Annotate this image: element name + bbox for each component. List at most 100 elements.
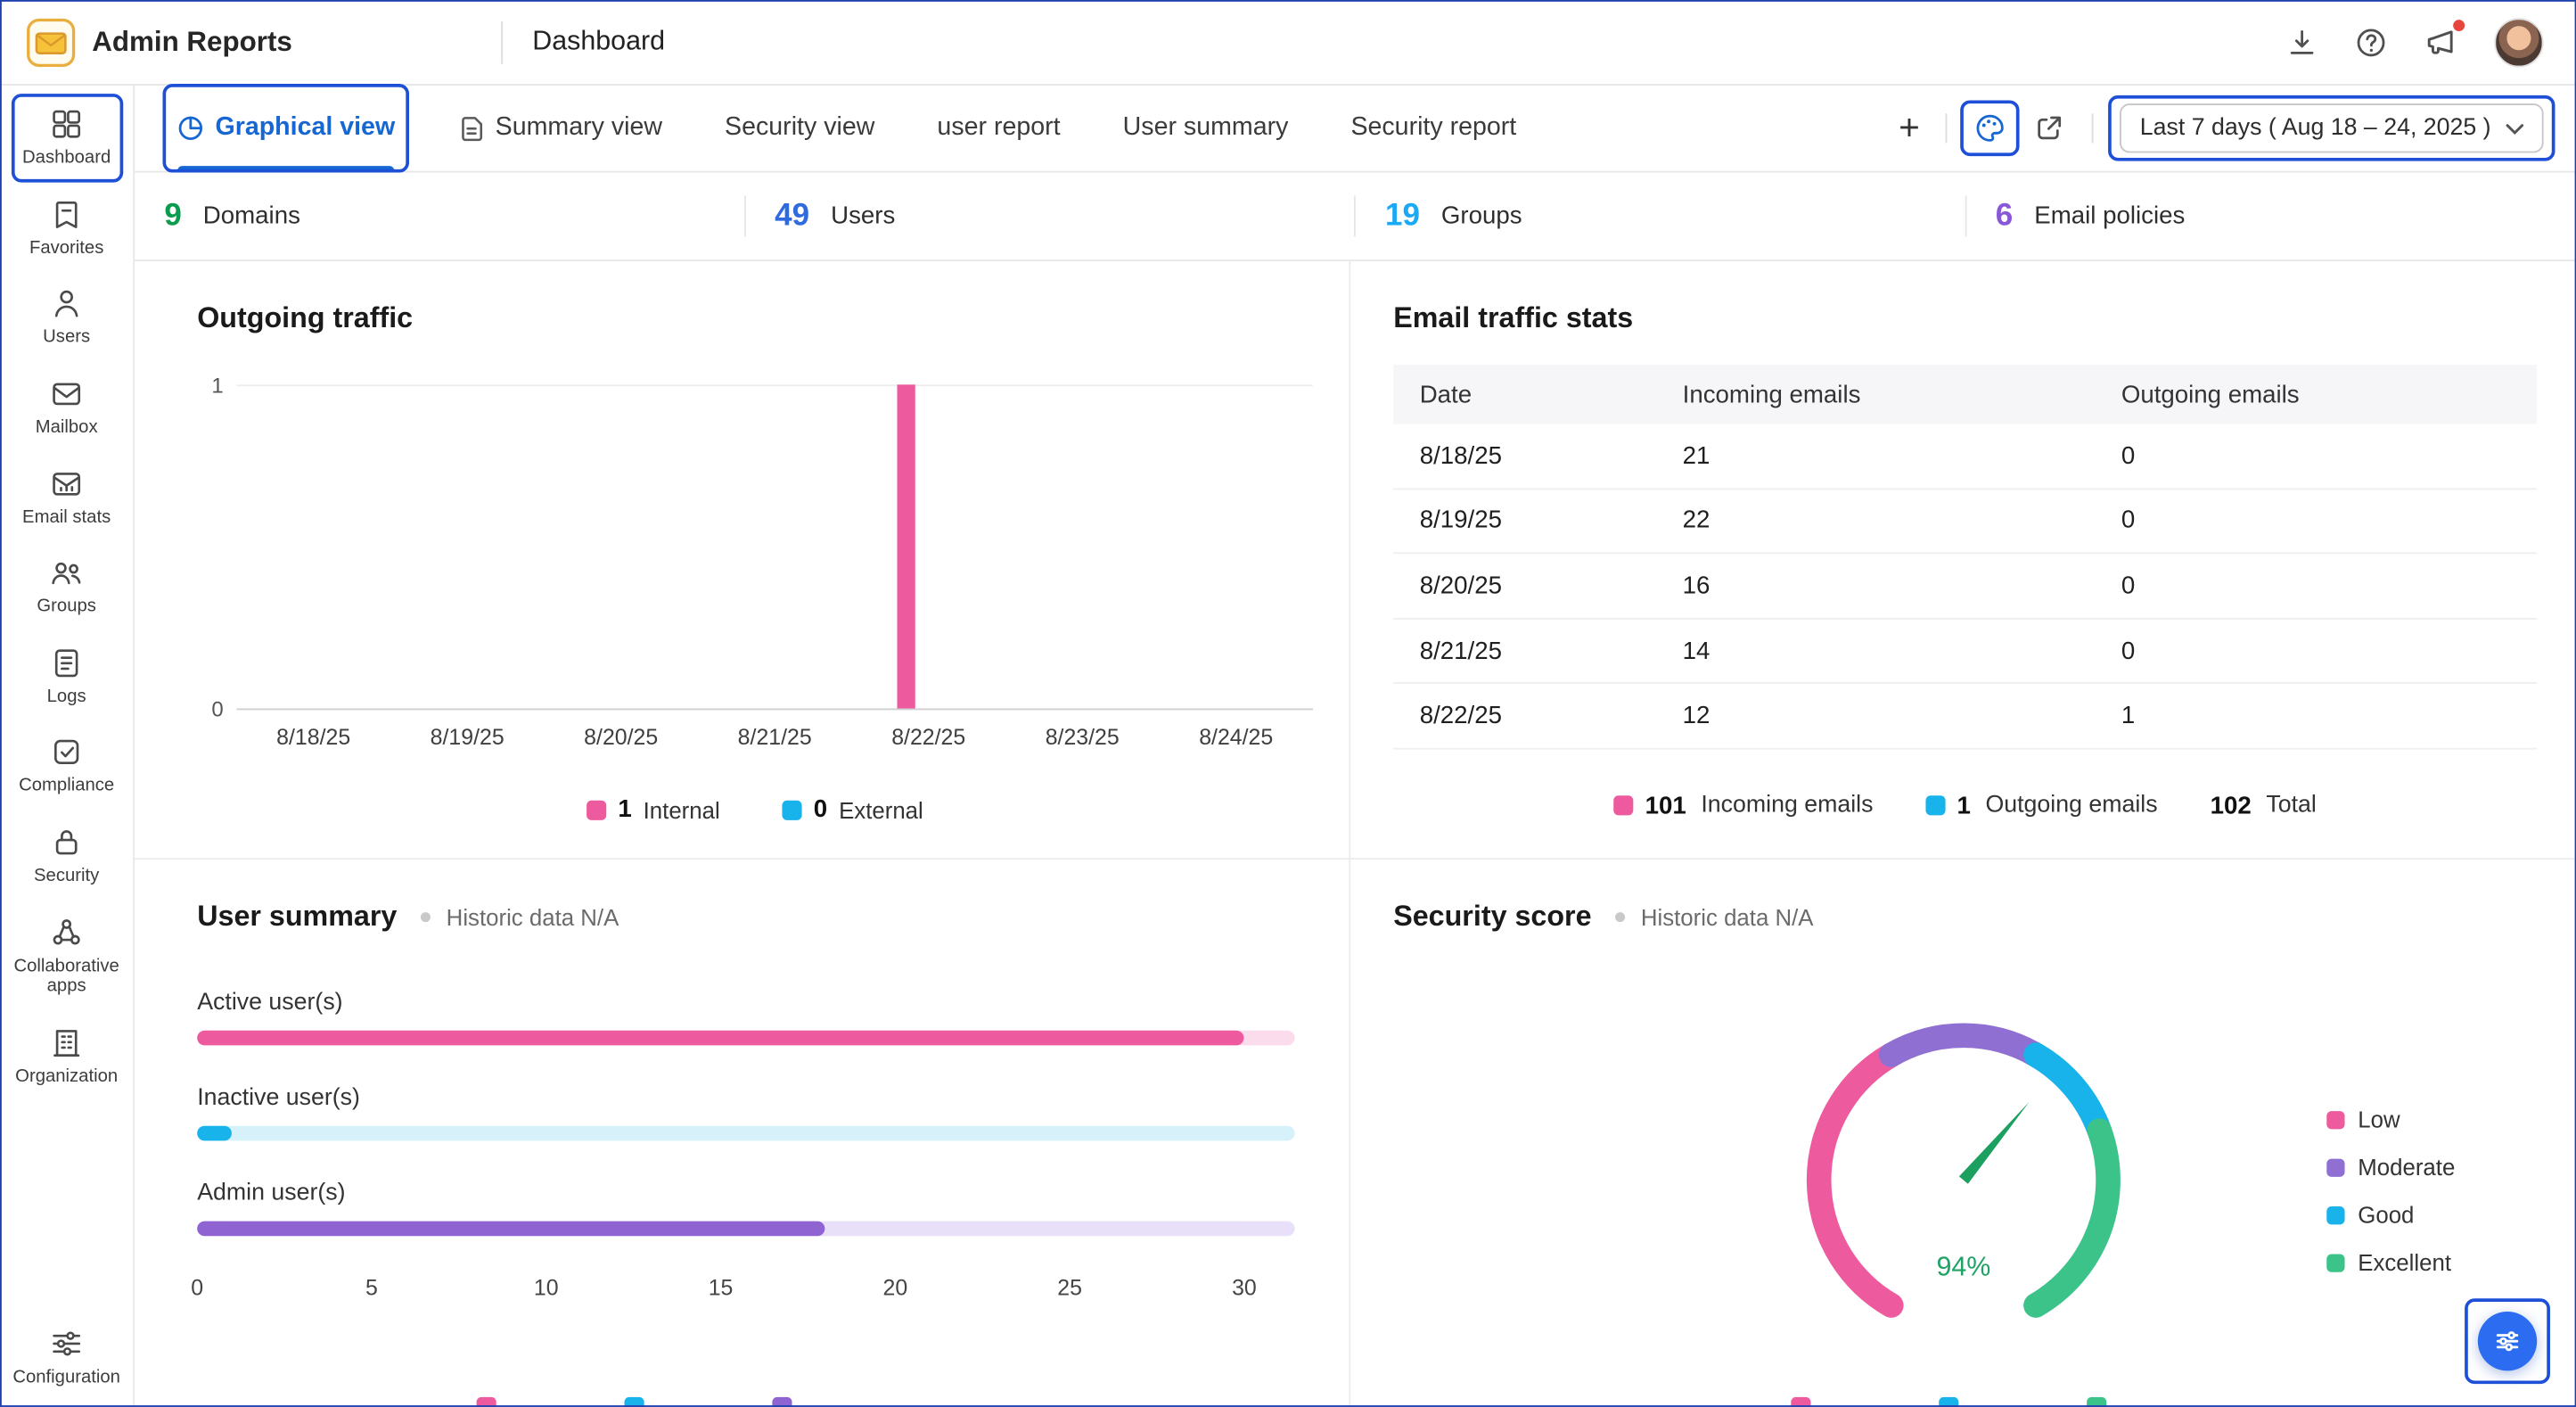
sliders-icon	[2492, 1327, 2522, 1356]
theme-palette-icon[interactable]	[1974, 111, 2007, 144]
sidebar-item-collaborative-apps[interactable]: Collaborative apps	[12, 907, 121, 1006]
sidebar-item-label: Configuration	[12, 1368, 120, 1388]
x-tick: 8/21/25	[698, 725, 852, 750]
security-score-gauge: 94%	[1783, 1000, 2145, 1362]
groups-icon	[49, 555, 84, 590]
email-traffic-stats-card: Email traffic stats Date Incoming emails…	[1350, 261, 2576, 860]
legend-good: Good	[2326, 1202, 2455, 1228]
sidebar-item-label: Logs	[47, 687, 86, 707]
notification-dot	[2453, 20, 2465, 31]
bar-fill	[197, 1222, 824, 1237]
x-tick: 10	[534, 1275, 559, 1300]
top-bar-actions	[2285, 17, 2576, 66]
configuration-icon	[49, 1327, 84, 1362]
sidebar-item-label: Favorites	[29, 238, 103, 259]
sidebar-item-groups[interactable]: Groups	[12, 547, 121, 626]
legend-label: Internal	[644, 796, 720, 822]
stat-groups[interactable]: 19 Groups	[1356, 173, 1966, 260]
gauge-value: 94%	[1936, 1251, 1990, 1281]
gauge-segment-good	[2036, 1055, 2099, 1131]
tab-user-report[interactable]: user report	[937, 86, 1060, 171]
date-range-dropdown[interactable]: Last 7 days ( Aug 18 – 24, 2025 )	[2121, 103, 2544, 152]
stat-value: 49	[775, 198, 809, 234]
admin-reports-window: Admin Reports Dashboard Dashboard	[0, 0, 2576, 1407]
user-summary-chart: Active user(s) Inactive user(s) Admin us…	[197, 990, 1294, 1302]
tab-summary-view[interactable]: Summary view	[457, 86, 662, 171]
sidebar-item-mailbox[interactable]: Mailbox	[12, 368, 121, 447]
sidebar-item-email-stats[interactable]: Email stats	[12, 458, 121, 537]
bar-internal-8-22	[898, 384, 915, 708]
gauge-segment-excellent	[2036, 1131, 2108, 1305]
filter-settings-button[interactable]	[2478, 1312, 2537, 1370]
gauge-needle	[1959, 1102, 2030, 1184]
sidebar-item-compliance[interactable]: Compliance	[12, 728, 121, 806]
compliance-icon	[49, 736, 84, 770]
stat-domains[interactable]: 9 Domains	[135, 173, 745, 260]
stat-users[interactable]: 49 Users	[745, 173, 1356, 260]
bar-active-users: Active user(s)	[197, 990, 1294, 1046]
sidebar-item-organization[interactable]: Organization	[12, 1017, 121, 1096]
announcements-icon[interactable]	[2424, 25, 2458, 60]
sidebar-item-dashboard[interactable]: Dashboard	[12, 99, 121, 177]
download-icon[interactable]	[2285, 26, 2318, 59]
sidebar-item-favorites[interactable]: Favorites	[12, 188, 121, 267]
sidebar-item-label: Organization	[15, 1066, 118, 1087]
bar-label: Inactive user(s)	[197, 1085, 1294, 1111]
sidebar: Dashboard Favorites Users Mailbox Email …	[0, 86, 135, 1407]
stat-email-policies[interactable]: 6 Email policies	[1966, 173, 2576, 260]
legend-value: 1	[618, 795, 631, 823]
y-axis: 1 0	[197, 384, 226, 710]
user-avatar[interactable]	[2494, 17, 2543, 66]
historic-data-note: Historic data N/A	[447, 903, 619, 929]
column-header-outgoing: Outgoing emails	[2095, 381, 2537, 408]
summary-stats-row: 9 Domains 49 Users 19 Groups 6 Email pol…	[135, 173, 2576, 262]
tab-security-view[interactable]: Security view	[725, 86, 874, 171]
outgoing-traffic-card: Outgoing traffic 1 0 8/18/25	[135, 261, 1350, 860]
email-stats-icon	[49, 466, 84, 501]
x-axis: 0 5 10 15 20 25 30	[197, 1275, 1294, 1301]
help-icon[interactable]	[2355, 26, 2388, 59]
date-range-label: Last 7 days ( Aug 18 – 24, 2025 )	[2140, 115, 2491, 141]
gauge-segment-moderate	[1891, 1035, 2036, 1055]
tab-label: Graphical view	[215, 113, 395, 143]
sidebar-item-logs[interactable]: Logs	[12, 638, 121, 716]
x-tick: 8/20/25	[544, 725, 698, 750]
tab-label: User summary	[1123, 113, 1289, 143]
summary-outgoing: 1 Outgoing emails	[1925, 792, 2157, 819]
export-share-icon[interactable]	[2033, 111, 2066, 144]
x-tick: 8/22/25	[851, 725, 1005, 750]
legend-swatch	[2326, 1110, 2344, 1128]
outgoing-traffic-title: Outgoing traffic	[197, 300, 1313, 335]
x-axis: 8/18/25 8/19/25 8/20/25 8/21/25 8/22/25 …	[236, 725, 1312, 750]
sidebar-item-security[interactable]: Security	[12, 817, 121, 895]
tab-security-report[interactable]: Security report	[1350, 86, 1516, 171]
x-tick: 5	[365, 1275, 378, 1300]
sidebar-item-users[interactable]: Users	[12, 278, 121, 357]
app-title: Admin Reports	[92, 26, 292, 59]
legend-label: External	[839, 796, 923, 822]
note-dot	[1614, 911, 1624, 921]
sidebar-item-label: Security	[34, 867, 99, 887]
plot-area	[236, 384, 1312, 710]
sidebar-item-configuration[interactable]: Configuration	[12, 1319, 121, 1397]
chevron-down-icon	[2506, 122, 2523, 134]
security-score-card: Security score Historic data N/A	[1350, 860, 2576, 1407]
table-row: 8/20/25 16 0	[1393, 555, 2537, 620]
gauge-segment-low	[1819, 1055, 1891, 1305]
x-tick: 8/24/25	[1159, 725, 1313, 750]
pie-chart-icon	[177, 115, 203, 141]
sidebar-item-label: Email stats	[22, 507, 111, 528]
x-tick: 25	[1057, 1275, 1082, 1300]
add-view-icon[interactable]: +	[1899, 111, 1920, 147]
chart-legend: 1 Internal 0 External	[197, 795, 1313, 823]
security-score-title: Security score	[1393, 899, 1591, 934]
legend-swatch	[2326, 1205, 2344, 1223]
tab-user-summary[interactable]: User summary	[1123, 86, 1289, 171]
bar-inactive-users: Inactive user(s)	[197, 1085, 1294, 1141]
sidebar-item-label: Collaborative apps	[12, 956, 121, 998]
email-traffic-stats-title: Email traffic stats	[1393, 300, 2537, 335]
tab-bar: Graphical view Summary view Security vie…	[135, 86, 2576, 173]
app-logo-icon	[26, 17, 75, 66]
user-summary-title: User summary	[197, 899, 397, 934]
tab-graphical-view[interactable]: Graphical view	[177, 86, 395, 171]
